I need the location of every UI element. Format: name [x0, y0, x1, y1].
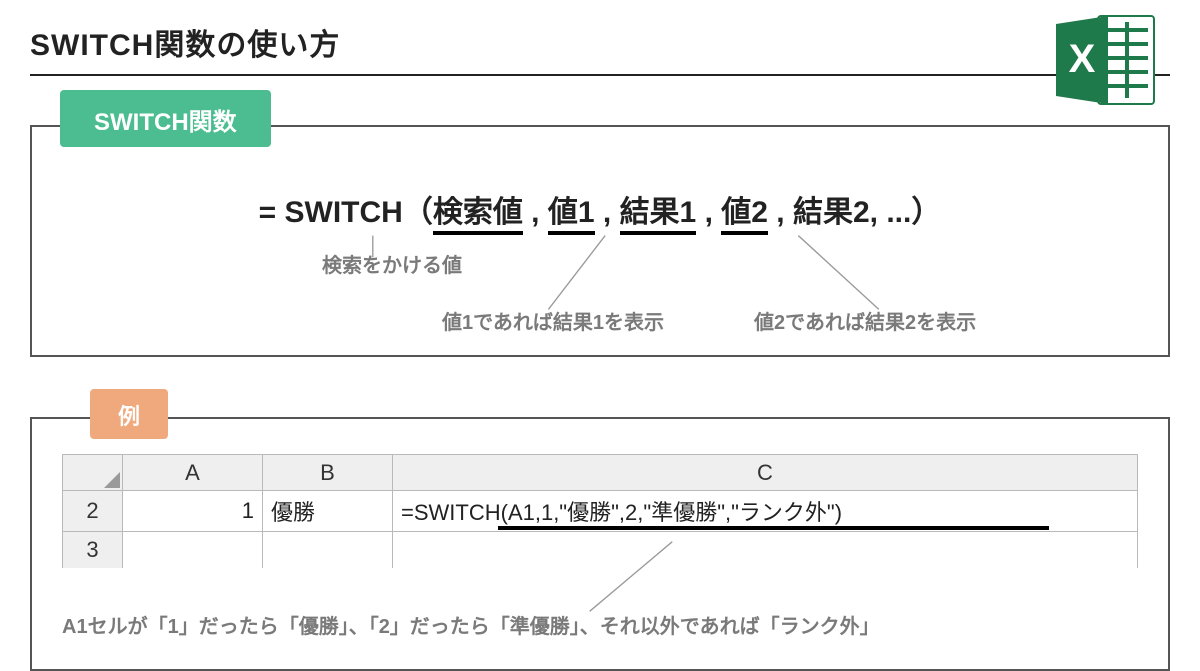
syntax-line: = SWITCH（検索値 , 値1 , 結果1 , 値2 , 結果2, ...） — [62, 187, 1138, 235]
syntax-arg4: 値2 — [721, 187, 768, 235]
row-header-3: 3 — [63, 532, 123, 568]
table-row: 3 — [63, 532, 1138, 568]
annotation-1: 検索をかける値 — [62, 249, 1138, 278]
section-syntax: SWITCH関数 = SWITCH（検索値 , 値1 , 結果1 , 値2 , … — [30, 76, 1170, 357]
annotation-2: 値1であれば結果1を表示 — [442, 306, 664, 335]
annotation-row-2: 値1であれば結果1を表示 値2であれば結果2を表示 — [62, 306, 1138, 335]
cell-c3 — [393, 532, 1138, 568]
syntax-box: = SWITCH（検索値 , 値1 , 結果1 , 値2 , 結果2, ...）… — [30, 125, 1170, 357]
example-box: A B C 2 1 優勝 =SWITCH(A1,1,"優勝",2,"準優勝","… — [30, 417, 1170, 671]
syntax-arg3: 結果1 — [620, 187, 697, 235]
syntax-sep2: , — [595, 196, 620, 229]
col-header-b: B — [263, 455, 393, 491]
table-row: 2 1 優勝 =SWITCH(A1,1,"優勝",2,"準優勝","ランク外") — [63, 491, 1138, 532]
cell-a2: 1 — [123, 491, 263, 532]
syntax-arg2: 値1 — [548, 187, 595, 235]
section-example: 例 A B C 2 1 優勝 =SWITCH(A1,1,"優勝",2,"準優勝"… — [30, 375, 1170, 671]
cell-b3 — [263, 532, 393, 568]
page-header: SWITCH関数の使い方 X — [30, 20, 1170, 76]
cell-c2-value: =SWITCH(A1,1,"優勝",2,"準優勝","ランク外") — [401, 500, 842, 525]
col-header-a: A — [123, 455, 263, 491]
syntax-arg1: 検索値 — [433, 187, 523, 235]
syntax-arg5: 結果2, ... — [793, 196, 911, 229]
page-title: SWITCH関数の使い方 — [30, 20, 1170, 64]
svg-text:X: X — [1069, 37, 1096, 81]
syntax-sep1: , — [523, 196, 548, 229]
table-corner — [63, 455, 123, 491]
annotation-3: 値2であれば結果2を表示 — [754, 306, 976, 335]
syntax-sep4: , — [768, 196, 793, 229]
title-divider — [30, 74, 1170, 76]
syntax-prefix: = SWITCH（ — [259, 196, 433, 229]
table-header-row: A B C — [63, 455, 1138, 491]
syntax-suffix: ） — [911, 196, 941, 229]
formula-underline — [498, 526, 1049, 530]
col-header-c: C — [393, 455, 1138, 491]
cell-b2: 優勝 — [263, 491, 393, 532]
excel-icon: X — [1050, 10, 1160, 115]
cell-c2: =SWITCH(A1,1,"優勝",2,"準優勝","ランク外") — [393, 491, 1138, 532]
syntax-sep3: , — [696, 196, 721, 229]
excel-table: A B C 2 1 優勝 =SWITCH(A1,1,"優勝",2,"準優勝","… — [62, 454, 1138, 568]
row-header-2: 2 — [63, 491, 123, 532]
badge-switch: SWITCH関数 — [60, 90, 271, 147]
badge-example: 例 — [90, 389, 168, 439]
example-annotation: A1セルが「1」だったら「優勝」、「2」だったら「準優勝」、それ以外であれば「ラ… — [62, 610, 1138, 639]
cell-a3 — [123, 532, 263, 568]
